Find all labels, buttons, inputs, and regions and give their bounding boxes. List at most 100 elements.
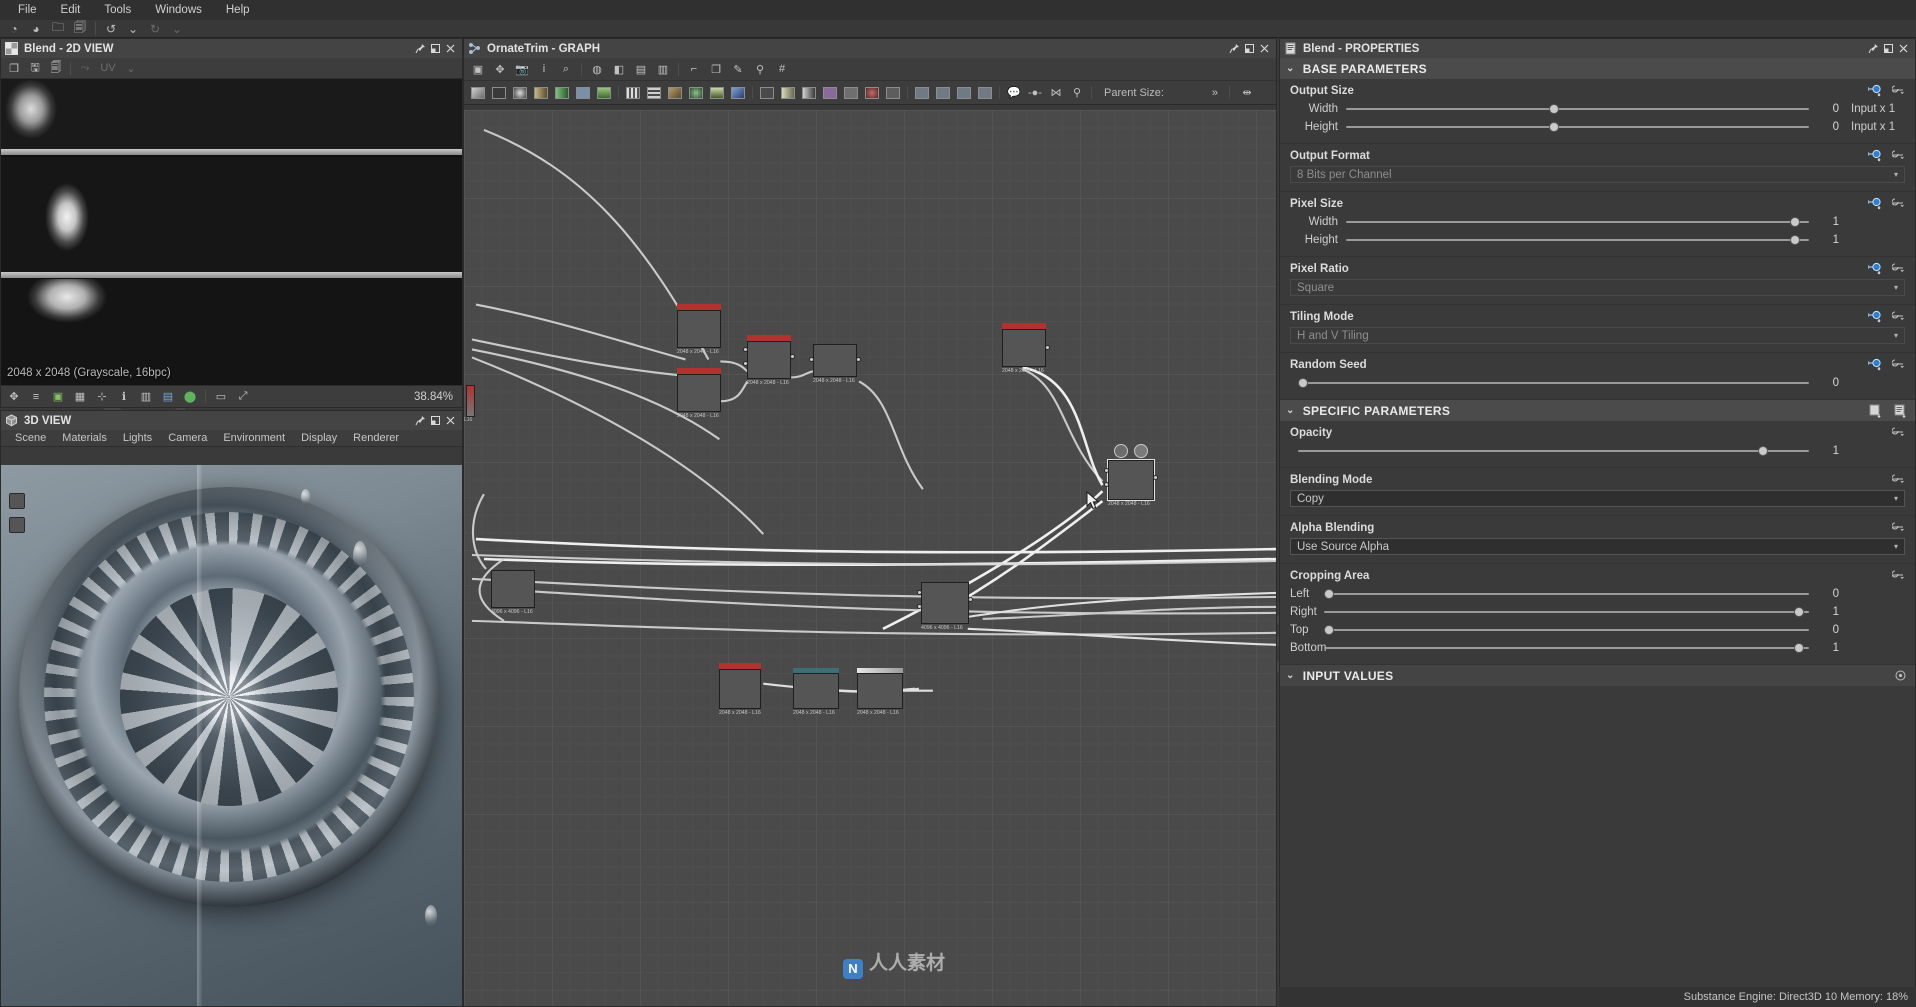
menu-item-help[interactable]: Help <box>214 2 262 18</box>
2d-view-canvas[interactable] <box>1 79 462 385</box>
zoom-level-label[interactable]: 38.84% <box>414 391 453 403</box>
expose-parameter-icon[interactable] <box>1867 262 1883 275</box>
pin-tool-icon[interactable]: ⚲ <box>750 60 770 79</box>
node-ornate-2[interactable]: 4096 x 4096 - L16 <box>917 582 973 631</box>
node-cloud-3[interactable]: 2048 x 2048 - L16 <box>1002 323 1050 374</box>
width-slider[interactable] <box>1346 216 1809 228</box>
blend-node-icon[interactable] <box>665 83 685 102</box>
tab-camera[interactable]: Camera <box>160 431 215 445</box>
node-output-port[interactable] <box>790 354 795 359</box>
alpha-blending-dropdown[interactable]: Use Source Alpha ▾ <box>1290 538 1905 555</box>
node-blend-1[interactable]: 2048 x 2048 - L16 <box>743 335 795 386</box>
value-node-icon[interactable] <box>954 83 974 102</box>
left-value[interactable]: 0 <box>1809 588 1839 600</box>
node-connect-icon[interactable]: ⇹ <box>1234 83 1260 102</box>
transform-node-icon[interactable] <box>644 83 664 102</box>
color-channels-icon[interactable]: ▣ <box>48 387 68 406</box>
width-value[interactable]: 1 <box>1809 216 1839 228</box>
hsl-node-icon[interactable] <box>820 83 840 102</box>
bitmap2-node-icon[interactable] <box>778 83 798 102</box>
output-format-dropdown[interactable]: 8 Bits per Channel ▾ <box>1290 166 1905 183</box>
copy-parameters-icon[interactable] <box>1869 404 1884 419</box>
pixel-ratio-dropdown[interactable]: Square ▾ <box>1290 279 1905 296</box>
new-package-icon[interactable]: ◔ <box>4 21 24 37</box>
menu-item-edit[interactable]: Edit <box>49 2 93 18</box>
redo-dropdown-icon[interactable]: ⌄ <box>167 21 187 37</box>
blending-mode-dropdown[interactable]: Copy ▾ <box>1290 490 1905 507</box>
right-value[interactable]: 1 <box>1809 606 1839 618</box>
fxmap-node-icon[interactable] <box>975 83 995 102</box>
node-noise-3[interactable]: 2048 x 2048 - L16 <box>857 668 903 716</box>
comment-node-icon[interactable]: 💬 <box>1004 83 1024 102</box>
node-input-port[interactable] <box>809 357 814 362</box>
tab-materials[interactable]: Materials <box>54 431 115 445</box>
grid-snap-icon[interactable]: # <box>772 60 792 79</box>
node-output-port[interactable] <box>968 597 973 602</box>
node-noise-1[interactable]: 2048 x 2048 - L16 <box>719 663 761 716</box>
paste-parameters-icon[interactable] <box>1894 404 1909 419</box>
tab-lights[interactable]: Lights <box>115 431 160 445</box>
pattern-node-icon[interactable] <box>594 83 614 102</box>
input-values-options-icon[interactable] <box>1894 669 1909 682</box>
reset-parameter-icon[interactable] <box>1891 521 1907 534</box>
close-panel-icon[interactable] <box>443 413 458 428</box>
pin-panel-icon[interactable] <box>413 41 428 56</box>
channels-icon[interactable]: ◧ <box>609 60 629 79</box>
maximize-panel-icon[interactable] <box>1881 41 1896 56</box>
opacity-value[interactable]: 1 <box>1809 445 1839 457</box>
undo-dropdown-icon[interactable]: ⌄ <box>123 21 143 37</box>
mask-node-icon[interactable] <box>841 83 861 102</box>
pin-panel-icon[interactable] <box>1866 41 1881 56</box>
svg-node-icon[interactable] <box>489 83 509 102</box>
undo-icon[interactable]: ↺ <box>101 21 121 37</box>
reset-parameter-icon[interactable] <box>1891 149 1907 162</box>
node-cloud-1[interactable]: 2048 x 2048 - L16 <box>677 304 721 355</box>
node-badge-icon[interactable] <box>1114 444 1128 458</box>
height-slider[interactable] <box>1346 121 1809 133</box>
node-cloud-2[interactable]: 2048 x 2048 - L16 <box>677 368 721 419</box>
frame-icon[interactable]: ❐ <box>706 60 726 79</box>
screenshot-icon[interactable]: 📷 <box>512 60 532 79</box>
expose-parameter-icon[interactable] <box>1867 358 1883 371</box>
comment-icon[interactable]: ✎ <box>728 60 748 79</box>
width-slider[interactable] <box>1346 103 1809 115</box>
node-output-port[interactable] <box>856 357 861 362</box>
image-icon[interactable]: ▤ <box>158 387 178 406</box>
height-value[interactable]: 1 <box>1809 234 1839 246</box>
reset-parameter-icon[interactable] <box>1891 84 1907 97</box>
section-base-parameters[interactable]: ⌄ BASE PARAMETERS <box>1280 58 1915 79</box>
tab-environment[interactable]: Environment <box>215 431 293 445</box>
menu-item-windows[interactable]: Windows <box>143 2 214 18</box>
expose-parameter-icon[interactable] <box>1867 149 1883 162</box>
new-graph-icon[interactable]: ◕ <box>26 21 46 37</box>
left-slider[interactable] <box>1323 588 1809 600</box>
height-value[interactable]: 0 <box>1809 121 1839 133</box>
close-panel-icon[interactable] <box>1257 41 1272 56</box>
expose-parameter-icon[interactable] <box>1867 310 1883 323</box>
section-specific-parameters[interactable]: ⌄ SPECIFIC PARAMETERS <box>1280 400 1915 421</box>
tab-scene[interactable]: Scene <box>7 431 54 445</box>
menu-item-tools[interactable]: Tools <box>92 2 143 18</box>
top-slider[interactable] <box>1323 624 1809 636</box>
height-slider[interactable] <box>1346 234 1809 246</box>
new-2d-view-icon[interactable]: ❐ <box>4 59 24 78</box>
node-input-port[interactable] <box>917 590 922 595</box>
right-slider[interactable] <box>1324 606 1809 618</box>
fit-view-icon[interactable]: ▭ <box>211 387 231 406</box>
blur-node-icon[interactable] <box>686 83 706 102</box>
open-package-icon[interactable]: 🗀 <box>48 20 68 37</box>
random-seed-value[interactable]: 0 <box>1809 377 1839 389</box>
pin-panel-icon[interactable] <box>1227 41 1242 56</box>
info-tool-icon[interactable]: i <box>534 60 554 79</box>
output-node-strip[interactable] <box>466 385 475 417</box>
output-node-icon[interactable] <box>912 83 932 102</box>
pin-node-icon[interactable]: -●- <box>1025 83 1045 102</box>
maximize-panel-icon[interactable] <box>1242 41 1257 56</box>
save-package-icon[interactable]: 🗐 <box>70 20 90 37</box>
normal-node-icon[interactable] <box>728 83 748 102</box>
node-input-port[interactable] <box>917 604 922 609</box>
tiling-icon[interactable]: ⊹ <box>92 387 112 406</box>
warp-node-icon[interactable] <box>707 83 727 102</box>
parent-size-expand-icon[interactable]: » <box>1205 83 1225 102</box>
info-icon[interactable]: ℹ <box>114 387 134 406</box>
